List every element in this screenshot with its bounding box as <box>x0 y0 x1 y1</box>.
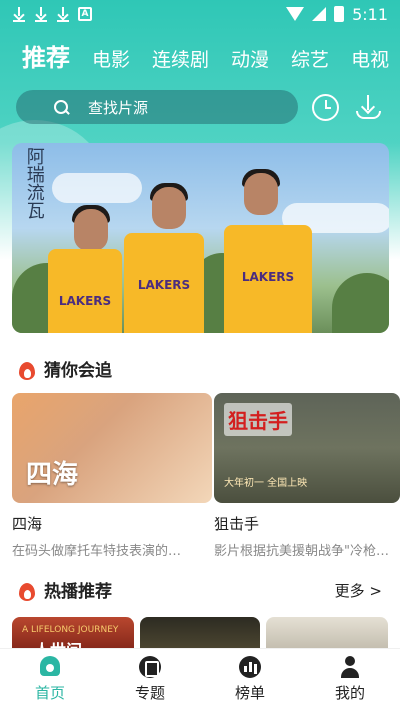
download-notification-icon <box>12 6 26 22</box>
search-placeholder: 查找片源 <box>88 98 149 117</box>
section-guess-header: 猜你会追 <box>18 356 112 381</box>
media-title: 狙击手 <box>214 515 260 533</box>
wifi-icon <box>286 7 305 21</box>
ranking-icon <box>239 655 261 678</box>
section-hot-header: 热播推荐 <box>18 577 112 602</box>
poster-title-art: 狙击手 <box>224 403 292 436</box>
media-poster: 狙击手 大年初一 全国上映 <box>214 393 400 503</box>
banner-jersey: LAKERS <box>224 225 312 333</box>
category-tabs: 推荐 电影 连续剧 动漫 综艺 电视 <box>22 38 389 73</box>
media-description: 在码头做摩托车特技表演的… <box>12 544 182 559</box>
tab-topics-label: 专题 <box>134 683 165 702</box>
search-input[interactable]: 查找片源 <box>16 90 298 124</box>
media-title: 四海 <box>12 515 43 533</box>
more-link[interactable]: 更多 > <box>335 580 382 601</box>
media-card[interactable]: 狙击手 大年初一 全国上映 狙击手 影片根据抗美援朝战争"冷枪… <box>214 393 400 559</box>
banner-figure-head <box>152 187 186 229</box>
section-hot-title: 热播推荐 <box>44 582 112 602</box>
topic-icon <box>139 655 161 678</box>
banner-cloud <box>52 173 142 203</box>
app-a-icon: A <box>78 7 92 21</box>
banner-figure-head <box>244 173 278 215</box>
banner-jersey: LAKERS <box>48 249 122 333</box>
banner-jersey: LAKERS <box>124 233 204 333</box>
status-bar: A 5:11 <box>0 0 400 28</box>
download-icon[interactable] <box>355 93 382 121</box>
status-time: 5:11 <box>352 4 388 24</box>
search-icon <box>54 100 69 115</box>
tab-movie[interactable]: 电影 <box>92 45 130 72</box>
media-poster: 四海 <box>12 393 212 503</box>
bottom-tab-bar: 首页 专题 榜单 我的 <box>0 648 400 709</box>
tab-mine-label: 我的 <box>334 683 365 702</box>
history-icon[interactable] <box>312 94 339 121</box>
section-guess-title: 猜你会追 <box>44 361 112 381</box>
tab-topics[interactable]: 专题 <box>100 649 200 709</box>
user-icon <box>339 655 361 678</box>
tab-variety[interactable]: 综艺 <box>291 45 329 72</box>
media-card[interactable]: 四海 四海 在码头做摩托车特技表演的… <box>12 393 212 559</box>
tab-series[interactable]: 连续剧 <box>152 45 209 72</box>
poster-caption: 大年初一 全国上映 <box>224 478 308 489</box>
download-notification-icon <box>56 6 70 22</box>
banner-calligraphy: 阿瑞流瓦 <box>23 147 45 219</box>
battery-icon <box>334 6 345 22</box>
tab-home[interactable]: 首页 <box>0 649 100 709</box>
tab-home-label: 首页 <box>34 683 65 702</box>
download-notification-icon <box>34 6 48 22</box>
poster-title-art: 四海 <box>26 460 79 490</box>
tab-recommend[interactable]: 推荐 <box>22 38 70 73</box>
signal-icon <box>312 7 327 21</box>
tab-tv[interactable]: 电视 <box>351 45 389 72</box>
thumbnail-caption: A LIFELONG JOURNEY <box>22 625 119 635</box>
banner-figure-head <box>74 209 108 251</box>
tab-rankings-label: 榜单 <box>234 683 265 702</box>
banner-tree <box>332 273 389 333</box>
home-icon <box>38 655 62 678</box>
tab-anime[interactable]: 动漫 <box>231 45 269 72</box>
featured-banner[interactable]: LAKERS LAKERS LAKERS 阿瑞流瓦 <box>12 143 389 333</box>
tab-rankings[interactable]: 榜单 <box>200 649 300 709</box>
media-description: 影片根据抗美援朝战争"冷枪… <box>214 544 389 559</box>
fire-icon <box>18 579 36 601</box>
tab-mine[interactable]: 我的 <box>300 649 400 709</box>
fire-icon <box>18 358 36 380</box>
